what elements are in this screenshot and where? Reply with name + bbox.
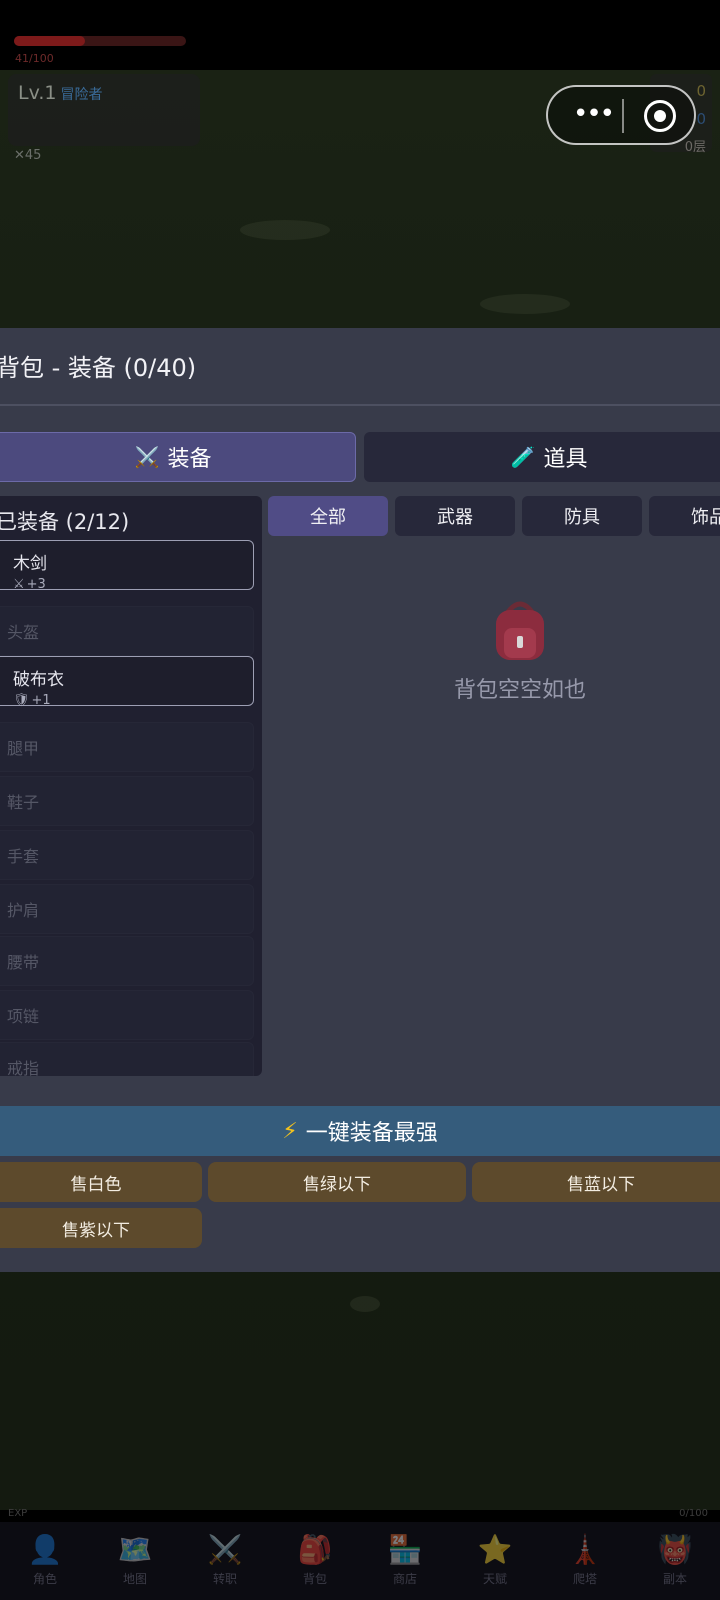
equip-best-label: 一键装备最强 bbox=[305, 1121, 438, 1146]
equip-slot[interactable]: 手套 bbox=[0, 830, 254, 880]
slot-placeholder: 头盔 bbox=[7, 623, 40, 642]
player-class: 冒险者 bbox=[60, 87, 103, 103]
slot-stat-value: +1 bbox=[31, 693, 51, 708]
empty-state: 背包空空如也 bbox=[400, 598, 640, 704]
miniprogram-capsule: ••• bbox=[546, 85, 696, 145]
filter-weapon[interactable]: 武器 bbox=[395, 496, 515, 536]
nav-label: 商店 bbox=[392, 1572, 417, 1586]
nav-label: 背包 bbox=[302, 1572, 327, 1586]
modal-title: 背包 - 装备 (0/40) bbox=[0, 354, 197, 382]
filter-all[interactable]: 全部 bbox=[268, 496, 388, 536]
tab-equipment[interactable]: ⚔️ 装备 bbox=[0, 432, 356, 482]
equipped-panel[interactable]: 已装备 (2/12) 木剑 ⚔ +3 头盔破布衣 🛡 +1 腿甲鞋子手套护肩腰带项链戒指 bbox=[0, 496, 262, 1076]
equip-slot[interactable]: 头盔 bbox=[0, 606, 254, 656]
nav-item[interactable]: ⭐ 天赋 bbox=[450, 1522, 540, 1600]
slot-item-name: 木剑 bbox=[13, 554, 47, 574]
slot-placeholder: 鞋子 bbox=[7, 793, 40, 812]
nav-icon: 👹 bbox=[657, 1533, 693, 1566]
title-divider bbox=[0, 404, 720, 406]
shield-icon: 🛡 bbox=[13, 693, 30, 708]
bottom-nav: 👤 角色 🗺️ 地图 ⚔️ 转职 🎒 背包 🏪 商店 ⭐ 天赋 🗼 爬塔 👹 副本 bbox=[0, 1522, 720, 1600]
equip-best-button[interactable]: ⚡ 一键装备最强 bbox=[0, 1106, 720, 1156]
slot-item-name: 破布衣 bbox=[13, 670, 64, 690]
nav-icon: 🗺️ bbox=[117, 1533, 153, 1566]
slot-placeholder: 护肩 bbox=[7, 901, 40, 920]
equip-slot[interactable]: 腰带 bbox=[0, 936, 254, 986]
close-target-icon[interactable] bbox=[644, 100, 676, 132]
equip-slot[interactable]: 破布衣 🛡 +1 bbox=[0, 656, 254, 708]
tab-items[interactable]: 🧪 道具 bbox=[364, 432, 720, 482]
hp-bar-fill bbox=[14, 36, 85, 46]
tab-equipment-label: 装备 bbox=[167, 447, 212, 472]
nav-label: 地图 bbox=[122, 1572, 147, 1586]
equipped-title: 已装备 (2/12) bbox=[0, 510, 130, 534]
slot-placeholder: 戒指 bbox=[7, 1059, 40, 1076]
more-icon[interactable]: ••• bbox=[568, 101, 618, 131]
gold-count: 0 bbox=[696, 82, 706, 100]
nav-item[interactable]: 🏪 商店 bbox=[360, 1522, 450, 1600]
player-card: Lv.1 冒险者 bbox=[8, 74, 200, 146]
slot-placeholder: 手套 bbox=[7, 847, 40, 866]
nav-label: 转职 bbox=[212, 1572, 237, 1586]
slot-stat-value: +3 bbox=[26, 577, 46, 592]
crossed-swords-icon: ⚔️ bbox=[134, 445, 160, 469]
nav-icon: 🏪 bbox=[387, 1533, 423, 1566]
attack-stat: ✕45 bbox=[14, 148, 42, 163]
slot-item-stat: 🛡 +1 bbox=[13, 693, 239, 708]
equip-slot[interactable]: 戒指 bbox=[0, 1042, 254, 1076]
nav-label: 天赋 bbox=[482, 1572, 507, 1586]
sell-purple-button[interactable]: 售紫以下 bbox=[0, 1208, 202, 1248]
sell-white-button[interactable]: 售白色 bbox=[0, 1162, 202, 1202]
exp-label: EXP bbox=[8, 1508, 28, 1519]
nav-item[interactable]: 👤 角色 bbox=[0, 1522, 90, 1600]
floor-count: 0层 bbox=[684, 140, 706, 155]
capsule-divider bbox=[622, 99, 624, 133]
equip-slot[interactable]: 护肩 bbox=[0, 884, 254, 934]
lightning-icon: ⚡ bbox=[282, 1118, 298, 1144]
potion-icon: 🧪 bbox=[510, 445, 536, 469]
sword-icon: ⚔ bbox=[13, 577, 25, 592]
backpack-icon bbox=[490, 598, 550, 662]
equip-slot[interactable]: 木剑 ⚔ +3 bbox=[0, 540, 254, 592]
filter-armor[interactable]: 防具 bbox=[522, 496, 642, 536]
status-bar bbox=[0, 0, 720, 70]
exp-value: 0/100 bbox=[679, 1508, 708, 1519]
nav-icon: 👤 bbox=[27, 1533, 63, 1566]
gem-count: 0 bbox=[696, 110, 706, 128]
tab-items-label: 道具 bbox=[543, 447, 588, 472]
nav-icon: ⭐ bbox=[477, 1533, 513, 1566]
nav-item[interactable]: ⚔️ 转职 bbox=[180, 1522, 270, 1600]
equip-slot[interactable]: 项链 bbox=[0, 990, 254, 1040]
slot-item-stat: ⚔ +3 bbox=[13, 577, 239, 592]
slot-placeholder: 腿甲 bbox=[7, 739, 40, 758]
hp-bar bbox=[14, 36, 186, 46]
nav-item[interactable]: 👹 副本 bbox=[630, 1522, 720, 1600]
player-level: Lv.1 冒险者 bbox=[18, 82, 103, 104]
sell-green-button[interactable]: 售绿以下 bbox=[208, 1162, 466, 1202]
nav-icon: 🎒 bbox=[297, 1533, 333, 1566]
nav-item[interactable]: 🗺️ 地图 bbox=[90, 1522, 180, 1600]
nav-label: 爬塔 bbox=[572, 1572, 597, 1586]
nav-icon: ⚔️ bbox=[207, 1533, 243, 1566]
attack-value: 45 bbox=[24, 148, 42, 163]
hp-text: 41/100 bbox=[15, 52, 54, 65]
sell-blue-button[interactable]: 售蓝以下 bbox=[472, 1162, 720, 1202]
equip-slot[interactable]: 鞋子 bbox=[0, 776, 254, 826]
nav-label: 副本 bbox=[662, 1572, 687, 1586]
equip-slot[interactable]: 腿甲 bbox=[0, 722, 254, 772]
slot-placeholder: 腰带 bbox=[7, 953, 40, 972]
inventory-modal: 背包 - 装备 (0/40) ⚔️ 装备 🧪 道具 已装备 (2/12) 木剑 ⚔… bbox=[0, 328, 720, 1272]
nav-icon: 🗼 bbox=[567, 1533, 603, 1566]
nav-item[interactable]: 🎒 背包 bbox=[270, 1522, 360, 1600]
filter-accessory[interactable]: 饰品 bbox=[649, 496, 720, 536]
slot-placeholder: 项链 bbox=[7, 1007, 40, 1026]
nav-item[interactable]: 🗼 爬塔 bbox=[540, 1522, 630, 1600]
empty-text: 背包空空如也 bbox=[453, 678, 586, 703]
nav-label: 角色 bbox=[32, 1572, 57, 1586]
